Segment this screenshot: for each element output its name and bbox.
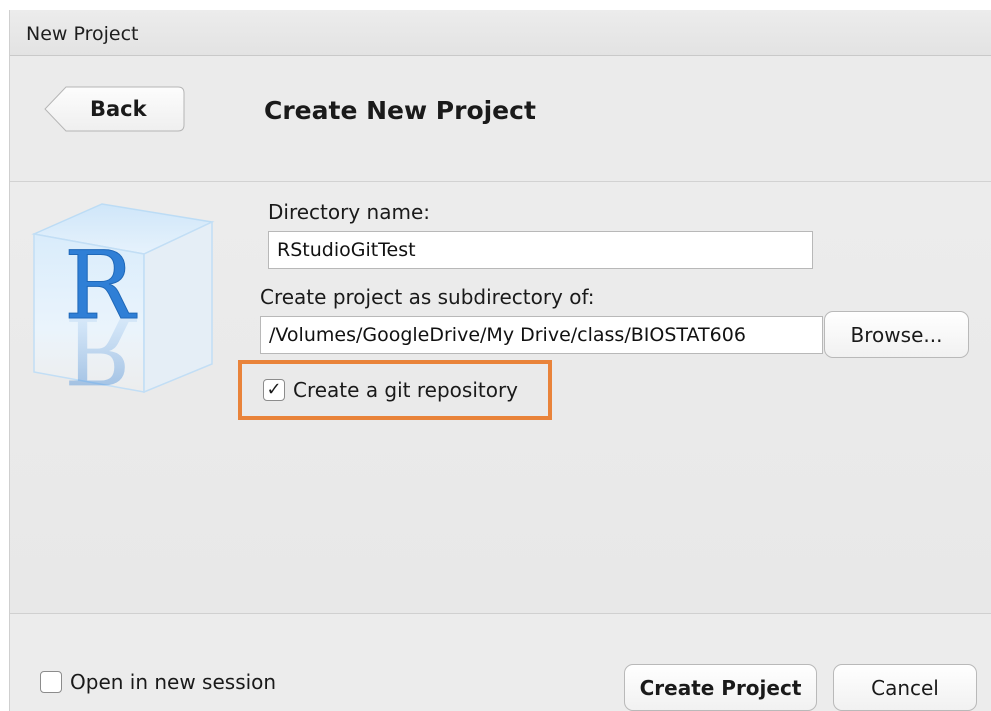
- new-session-label: Open in new session: [70, 670, 277, 694]
- window-title: New Project: [26, 23, 139, 45]
- directory-name-label: Directory name:: [268, 200, 430, 224]
- svg-text:R: R: [64, 294, 138, 396]
- wizard-header: Back Create New Project: [10, 56, 991, 182]
- git-checkbox[interactable]: ✓: [263, 379, 285, 401]
- page-title: Create New Project: [264, 96, 536, 125]
- directory-name-input[interactable]: [268, 231, 813, 269]
- wizard-content: R R Directory name: Create project as su…: [10, 182, 991, 614]
- title-bar: New Project: [10, 10, 991, 56]
- wizard-footer: Open in new session Create Project Cance…: [10, 614, 991, 711]
- open-new-session-option[interactable]: Open in new session: [40, 670, 276, 694]
- browse-button[interactable]: Browse...: [824, 311, 969, 358]
- git-checkbox-label: Create a git repository: [293, 378, 519, 402]
- back-button[interactable]: Back: [44, 86, 185, 132]
- r-logo-icon: R R: [31, 203, 215, 396]
- create-project-button[interactable]: Create Project: [624, 664, 817, 711]
- subdirectory-input[interactable]: [260, 316, 823, 354]
- new-project-dialog: New Project Back Create New Project R R …: [9, 10, 991, 711]
- cancel-button[interactable]: Cancel: [833, 664, 977, 711]
- checkmark-icon: ✓: [266, 379, 282, 400]
- create-git-repo-option[interactable]: ✓ Create a git repository: [263, 378, 518, 402]
- subdirectory-label: Create project as subdirectory of:: [260, 285, 595, 309]
- new-session-checkbox[interactable]: [40, 671, 62, 693]
- back-button-label: Back: [90, 97, 147, 121]
